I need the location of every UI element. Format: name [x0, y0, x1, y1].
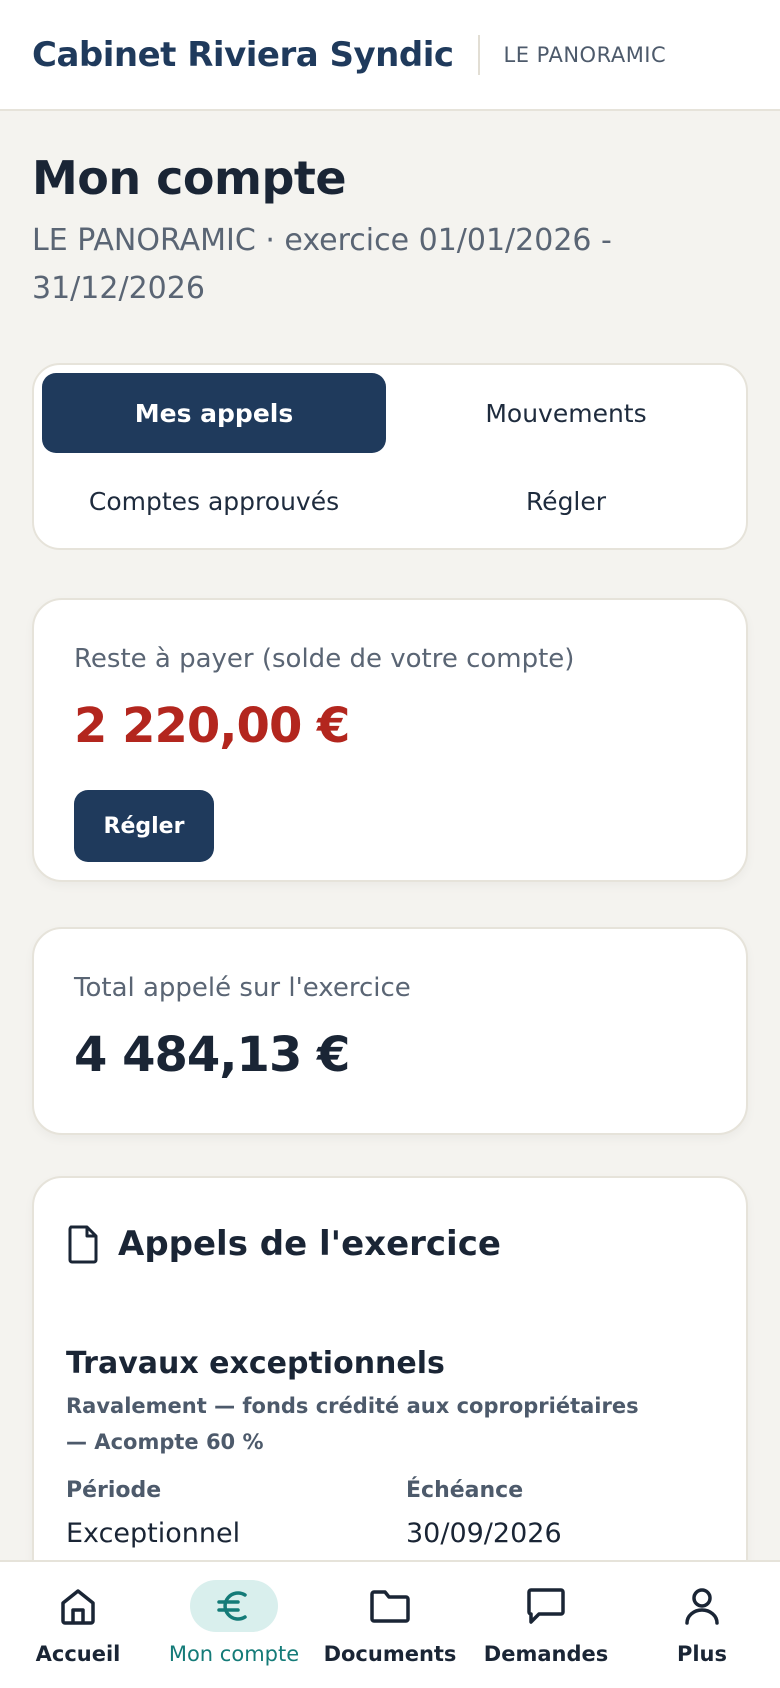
nav-item-documents[interactable]: Documents [320, 1562, 460, 1666]
app-header: Cabinet Riviera Syndic LE PANORAMIC [0, 0, 780, 111]
user-icon [658, 1580, 746, 1632]
tab-mes-appels[interactable]: Mes appels [42, 373, 386, 453]
balance-card: Reste à payer (solde de votre compte) 2 … [32, 598, 748, 882]
nav-item-mon-compte[interactable]: Mon compte [164, 1562, 304, 1666]
period-value: Exceptionnel [66, 1518, 241, 1549]
page-subtitle: LE PANORAMIC · exercice 01/01/2026 - 31/… [32, 223, 612, 306]
nav-label-demandes: Demandes [483, 1642, 609, 1666]
folder-icon [346, 1580, 434, 1632]
balance-label: Reste à payer (solde de votre compte) [74, 644, 575, 674]
nav-item-plus[interactable]: Plus [632, 1562, 772, 1666]
due-date-label: Échéance [406, 1478, 524, 1503]
document-icon [68, 1225, 98, 1264]
call-item-description: Ravalement — fonds crédité aux coproprié… [66, 1394, 639, 1454]
account-tabs: Mes appels Mouvements Comptes approuvés … [32, 363, 748, 550]
nav-item-accueil[interactable]: Accueil [8, 1562, 148, 1666]
due-date-value: 30/09/2026 [406, 1518, 562, 1549]
home-icon [34, 1580, 122, 1632]
total-label: Total appelé sur l'exercice [74, 973, 411, 1003]
nav-label-accueil: Accueil [35, 1642, 121, 1666]
header-divider [477, 34, 480, 75]
period-label: Période [66, 1478, 162, 1503]
call-item-title: Travaux exceptionnels [66, 1346, 445, 1381]
page-title: Mon compte [32, 151, 347, 205]
nav-label-plus: Plus [676, 1642, 728, 1666]
nav-label-documents: Documents [323, 1642, 457, 1666]
total-card: Total appelé sur l'exercice 4 484,13 € [32, 927, 748, 1135]
calls-section-title: Appels de l'exercice [118, 1224, 501, 1264]
total-amount: 4 484,13 € [74, 1027, 350, 1083]
residence-name: LE PANORAMIC [503, 42, 667, 67]
brand-name[interactable]: Cabinet Riviera Syndic [32, 35, 454, 75]
calls-section-header: Appels de l'exercice [66, 1224, 501, 1264]
pay-button[interactable]: Régler [74, 790, 214, 862]
tab-mouvements[interactable]: Mouvements [394, 373, 738, 453]
nav-label-mon-compte: Mon compte [168, 1642, 300, 1666]
nav-item-demandes[interactable]: Demandes [476, 1562, 616, 1666]
euro-icon [190, 1580, 278, 1632]
tab-comptes-approuves[interactable]: Comptes approuvés [42, 461, 386, 541]
balance-amount: 2 220,00 € [74, 698, 350, 754]
bottom-navigation: Accueil Mon compte Documents Demandes Pl… [0, 1560, 780, 1688]
tab-regler[interactable]: Régler [394, 461, 738, 541]
chat-icon [502, 1580, 590, 1632]
